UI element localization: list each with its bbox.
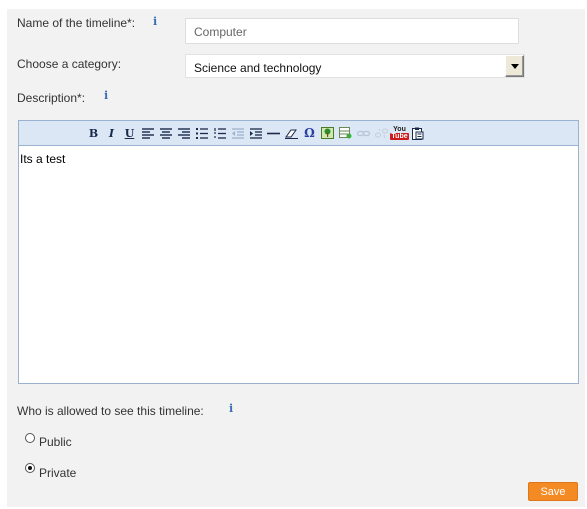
align-right-icon[interactable] [175, 124, 192, 142]
insert-image-icon[interactable] [319, 124, 336, 142]
align-center-icon[interactable] [157, 124, 174, 142]
outdent-icon[interactable] [229, 124, 246, 142]
bullet-list-icon[interactable] [193, 124, 210, 142]
category-select-value: Science and technology [194, 61, 322, 75]
description-label: Description*: [17, 91, 86, 105]
description-editor[interactable]: B I U Ω You Tube Its a test [18, 120, 579, 384]
save-button[interactable]: Save [528, 482, 578, 501]
numbered-list-icon[interactable] [211, 124, 228, 142]
italic-icon[interactable]: I [103, 124, 120, 142]
visibility-label: Who is allowed to see this timeline: [17, 404, 204, 418]
description-info-icon[interactable]: i [104, 89, 108, 102]
chevron-down-icon[interactable] [505, 55, 524, 77]
special-character-icon[interactable]: Ω [301, 124, 318, 142]
underline-icon[interactable]: U [121, 124, 138, 142]
name-info-icon[interactable]: i [153, 15, 157, 28]
visibility-info-icon[interactable]: i [229, 402, 233, 415]
timeline-name-input[interactable]: Computer [185, 18, 519, 44]
public-radio[interactable] [25, 433, 35, 443]
youtube-tube-text: Tube [390, 133, 409, 140]
paste-icon[interactable] [409, 124, 426, 142]
insert-table-icon[interactable] [337, 124, 354, 142]
youtube-you-text: You [393, 126, 406, 133]
private-radio-label[interactable]: Private [39, 466, 76, 480]
indent-icon[interactable] [247, 124, 264, 142]
youtube-icon[interactable]: You Tube [390, 124, 409, 142]
horizontal-rule-icon[interactable] [265, 124, 282, 142]
link-icon[interactable] [355, 124, 372, 142]
category-select[interactable]: Science and technology [185, 54, 525, 78]
private-radio[interactable] [25, 463, 35, 473]
bold-icon[interactable]: B [85, 124, 102, 142]
category-label: Choose a category: [17, 57, 122, 71]
description-text[interactable]: Its a test [20, 152, 65, 166]
editor-toolbar: B I U Ω You Tube [19, 121, 578, 146]
align-left-icon[interactable] [139, 124, 156, 142]
name-label: Name of the timeline*: [17, 16, 136, 30]
eraser-icon[interactable] [283, 124, 300, 142]
unlink-icon[interactable] [373, 124, 390, 142]
public-radio-label[interactable]: Public [39, 435, 72, 449]
